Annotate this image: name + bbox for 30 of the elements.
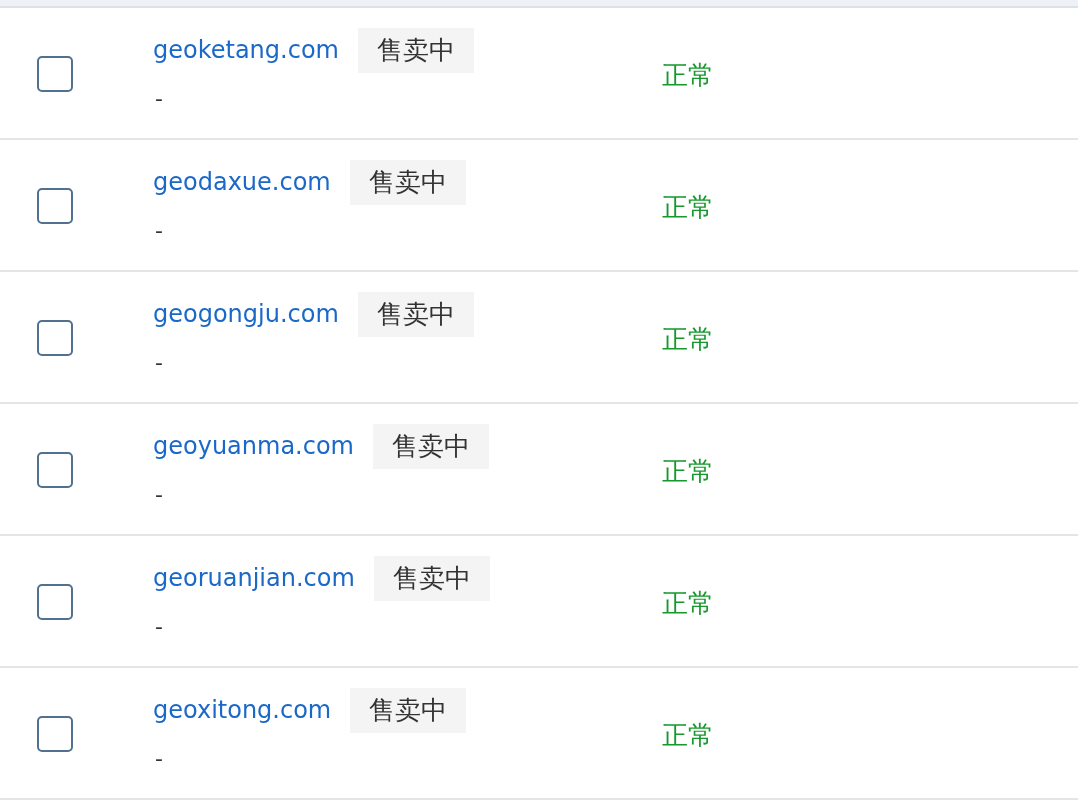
note-text: -: [154, 744, 163, 773]
status-text: 正常: [662, 718, 714, 752]
status-text: 正常: [662, 58, 714, 92]
checkbox[interactable]: [37, 56, 73, 92]
sale-status-tag: 售卖中: [350, 687, 467, 733]
sale-status-tag: 售卖中: [357, 27, 474, 73]
status-text: 正常: [662, 190, 714, 224]
status-text: 正常: [662, 586, 714, 620]
sale-status-tag: 售卖中: [349, 159, 466, 205]
checkbox[interactable]: [37, 452, 73, 488]
domain-link[interactable]: georuanjian.com: [153, 564, 355, 592]
checkbox[interactable]: [37, 188, 73, 224]
sale-status-tag: 售卖中: [357, 291, 474, 337]
note-text: -: [154, 216, 163, 245]
domain-link[interactable]: geoketang.com: [153, 36, 339, 64]
checkbox[interactable]: [37, 320, 73, 356]
domain-link[interactable]: geodaxue.com: [153, 168, 331, 196]
note-text: -: [154, 84, 163, 113]
sale-status-tag: 售卖中: [373, 423, 489, 469]
status-text: 正常: [662, 454, 714, 488]
note-text: -: [154, 612, 163, 641]
note-text: -: [154, 348, 163, 377]
checkbox[interactable]: [37, 584, 73, 620]
domain-link[interactable]: geoxitong.com: [153, 696, 332, 724]
domain-link[interactable]: geogongju.com: [153, 300, 339, 328]
note-text: -: [154, 480, 163, 509]
sale-status-tag: 售卖中: [373, 555, 490, 601]
domain-link[interactable]: geoyuanma.com: [153, 432, 354, 460]
checkbox[interactable]: [37, 716, 73, 752]
status-text: 正常: [662, 322, 714, 356]
